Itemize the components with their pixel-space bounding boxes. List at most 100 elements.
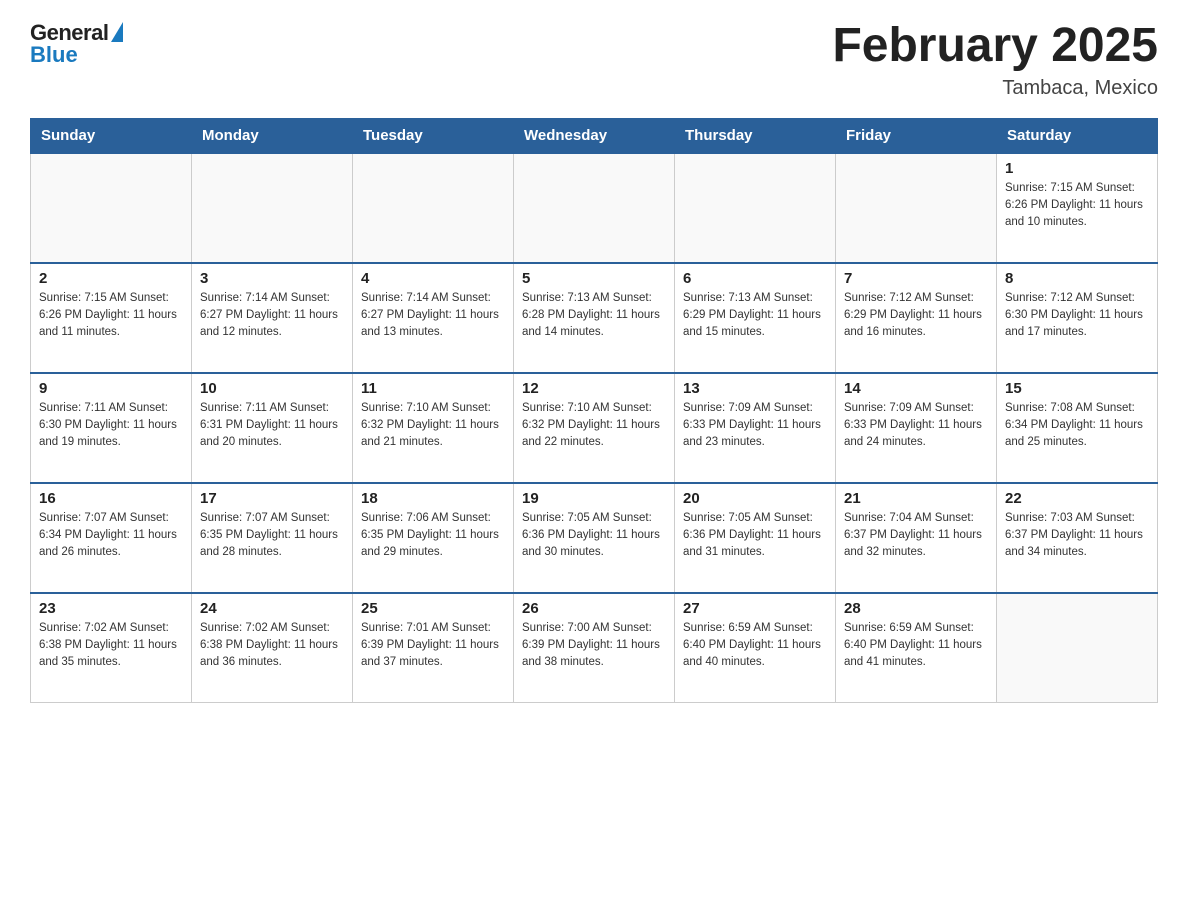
day-info: Sunrise: 7:07 AM Sunset: 6:34 PM Dayligh… <box>39 510 183 562</box>
day-info: Sunrise: 7:07 AM Sunset: 6:35 PM Dayligh… <box>200 510 344 562</box>
day-info: Sunrise: 7:02 AM Sunset: 6:38 PM Dayligh… <box>39 620 183 672</box>
table-row <box>836 153 997 263</box>
location: Tambaca, Mexico <box>832 77 1158 100</box>
table-row: 15 Sunrise: 7:08 AM Sunset: 6:34 PM Dayli… <box>997 373 1158 483</box>
table-row: 21 Sunrise: 7:04 AM Sunset: 6:37 PM Dayli… <box>836 483 997 593</box>
day-info: Sunrise: 7:13 AM Sunset: 6:29 PM Dayligh… <box>683 290 827 342</box>
day-number: 13 <box>683 380 827 397</box>
day-info: Sunrise: 7:09 AM Sunset: 6:33 PM Dayligh… <box>844 400 988 452</box>
table-row: 12 Sunrise: 7:10 AM Sunset: 6:32 PM Dayli… <box>514 373 675 483</box>
day-number: 2 <box>39 270 183 287</box>
table-row: 6 Sunrise: 7:13 AM Sunset: 6:29 PM Daylig… <box>675 263 836 373</box>
day-number: 1 <box>1005 160 1149 177</box>
table-row: 1Sunrise: 7:15 AM Sunset: 6:26 PM Daylig… <box>997 153 1158 263</box>
day-number: 14 <box>844 380 988 397</box>
table-row: 2 Sunrise: 7:15 AM Sunset: 6:26 PM Daylig… <box>31 263 192 373</box>
col-tuesday: Tuesday <box>353 118 514 153</box>
day-info: Sunrise: 7:03 AM Sunset: 6:37 PM Dayligh… <box>1005 510 1149 562</box>
day-info: Sunrise: 7:12 AM Sunset: 6:29 PM Dayligh… <box>844 290 988 342</box>
day-number: 24 <box>200 600 344 617</box>
day-number: 22 <box>1005 490 1149 507</box>
table-row: 5 Sunrise: 7:13 AM Sunset: 6:28 PM Daylig… <box>514 263 675 373</box>
table-row: 23 Sunrise: 7:02 AM Sunset: 6:38 PM Dayli… <box>31 593 192 703</box>
table-row: 22 Sunrise: 7:03 AM Sunset: 6:37 PM Dayli… <box>997 483 1158 593</box>
calendar-week-row: 23 Sunrise: 7:02 AM Sunset: 6:38 PM Dayli… <box>31 593 1158 703</box>
day-number: 23 <box>39 600 183 617</box>
col-friday: Friday <box>836 118 997 153</box>
logo: General Blue <box>30 20 123 68</box>
day-number: 7 <box>844 270 988 287</box>
table-row: 13Sunrise: 7:09 AM Sunset: 6:33 PM Dayli… <box>675 373 836 483</box>
day-info: Sunrise: 7:01 AM Sunset: 6:39 PM Dayligh… <box>361 620 505 672</box>
table-row: 28 Sunrise: 6:59 AM Sunset: 6:40 PM Dayli… <box>836 593 997 703</box>
day-info: Sunrise: 7:14 AM Sunset: 6:27 PM Dayligh… <box>361 290 505 342</box>
day-info: Sunrise: 7:15 AM Sunset: 6:26 PM Dayligh… <box>39 290 183 342</box>
table-row: 19 Sunrise: 7:05 AM Sunset: 6:36 PM Dayli… <box>514 483 675 593</box>
day-number: 4 <box>361 270 505 287</box>
day-info: Sunrise: 7:11 AM Sunset: 6:31 PM Dayligh… <box>200 400 344 452</box>
day-number: 5 <box>522 270 666 287</box>
table-row: 3 Sunrise: 7:14 AM Sunset: 6:27 PM Daylig… <box>192 263 353 373</box>
day-number: 18 <box>361 490 505 507</box>
day-number: 27 <box>683 600 827 617</box>
table-row: 18 Sunrise: 7:06 AM Sunset: 6:35 PM Dayli… <box>353 483 514 593</box>
day-number: 16 <box>39 490 183 507</box>
calendar-week-row: 9 Sunrise: 7:11 AM Sunset: 6:30 PM Daylig… <box>31 373 1158 483</box>
day-info: Sunrise: 7:10 AM Sunset: 6:32 PM Dayligh… <box>361 400 505 452</box>
calendar-week-row: 2 Sunrise: 7:15 AM Sunset: 6:26 PM Daylig… <box>31 263 1158 373</box>
calendar-table: Sunday Monday Tuesday Wednesday Thursday… <box>30 118 1158 704</box>
day-info: Sunrise: 7:13 AM Sunset: 6:28 PM Dayligh… <box>522 290 666 342</box>
day-info: Sunrise: 7:02 AM Sunset: 6:38 PM Dayligh… <box>200 620 344 672</box>
day-info: Sunrise: 7:08 AM Sunset: 6:34 PM Dayligh… <box>1005 400 1149 452</box>
table-row <box>997 593 1158 703</box>
day-number: 15 <box>1005 380 1149 397</box>
table-row: 11Sunrise: 7:10 AM Sunset: 6:32 PM Dayli… <box>353 373 514 483</box>
col-sunday: Sunday <box>31 118 192 153</box>
page-header: General Blue February 2025 Tambaca, Mexi… <box>30 20 1158 100</box>
day-number: 28 <box>844 600 988 617</box>
col-wednesday: Wednesday <box>514 118 675 153</box>
day-info: Sunrise: 7:04 AM Sunset: 6:37 PM Dayligh… <box>844 510 988 562</box>
table-row <box>192 153 353 263</box>
month-title: February 2025 <box>832 20 1158 73</box>
table-row <box>353 153 514 263</box>
day-number: 8 <box>1005 270 1149 287</box>
day-number: 10 <box>200 380 344 397</box>
table-row: 27 Sunrise: 6:59 AM Sunset: 6:40 PM Dayli… <box>675 593 836 703</box>
table-row: 16 Sunrise: 7:07 AM Sunset: 6:34 PM Dayli… <box>31 483 192 593</box>
table-row <box>31 153 192 263</box>
logo-blue-text: Blue <box>30 42 78 68</box>
col-saturday: Saturday <box>997 118 1158 153</box>
table-row: 14 Sunrise: 7:09 AM Sunset: 6:33 PM Dayli… <box>836 373 997 483</box>
day-number: 12 <box>522 380 666 397</box>
day-info: Sunrise: 7:06 AM Sunset: 6:35 PM Dayligh… <box>361 510 505 562</box>
title-area: February 2025 Tambaca, Mexico <box>832 20 1158 100</box>
day-info: Sunrise: 7:10 AM Sunset: 6:32 PM Dayligh… <box>522 400 666 452</box>
table-row: 9 Sunrise: 7:11 AM Sunset: 6:30 PM Daylig… <box>31 373 192 483</box>
logo-triangle-icon <box>111 22 123 42</box>
day-number: 3 <box>200 270 344 287</box>
col-monday: Monday <box>192 118 353 153</box>
day-info: Sunrise: 7:11 AM Sunset: 6:30 PM Dayligh… <box>39 400 183 452</box>
table-row: 10 Sunrise: 7:11 AM Sunset: 6:31 PM Dayli… <box>192 373 353 483</box>
day-info: Sunrise: 7:14 AM Sunset: 6:27 PM Dayligh… <box>200 290 344 342</box>
day-number: 20 <box>683 490 827 507</box>
day-info: Sunrise: 6:59 AM Sunset: 6:40 PM Dayligh… <box>844 620 988 672</box>
day-info: Sunrise: 7:00 AM Sunset: 6:39 PM Dayligh… <box>522 620 666 672</box>
table-row <box>675 153 836 263</box>
day-info: Sunrise: 7:05 AM Sunset: 6:36 PM Dayligh… <box>683 510 827 562</box>
day-info: Sunrise: 6:59 AM Sunset: 6:40 PM Dayligh… <box>683 620 827 672</box>
calendar-week-row: 1Sunrise: 7:15 AM Sunset: 6:26 PM Daylig… <box>31 153 1158 263</box>
table-row: 7 Sunrise: 7:12 AM Sunset: 6:29 PM Daylig… <box>836 263 997 373</box>
table-row: 25Sunrise: 7:01 AM Sunset: 6:39 PM Dayli… <box>353 593 514 703</box>
day-number: 19 <box>522 490 666 507</box>
calendar-week-row: 16 Sunrise: 7:07 AM Sunset: 6:34 PM Dayli… <box>31 483 1158 593</box>
day-number: 9 <box>39 380 183 397</box>
day-number: 6 <box>683 270 827 287</box>
day-number: 21 <box>844 490 988 507</box>
table-row: 26Sunrise: 7:00 AM Sunset: 6:39 PM Dayli… <box>514 593 675 703</box>
day-number: 17 <box>200 490 344 507</box>
day-info: Sunrise: 7:05 AM Sunset: 6:36 PM Dayligh… <box>522 510 666 562</box>
table-row: 4 Sunrise: 7:14 AM Sunset: 6:27 PM Daylig… <box>353 263 514 373</box>
table-row: 8Sunrise: 7:12 AM Sunset: 6:30 PM Daylig… <box>997 263 1158 373</box>
